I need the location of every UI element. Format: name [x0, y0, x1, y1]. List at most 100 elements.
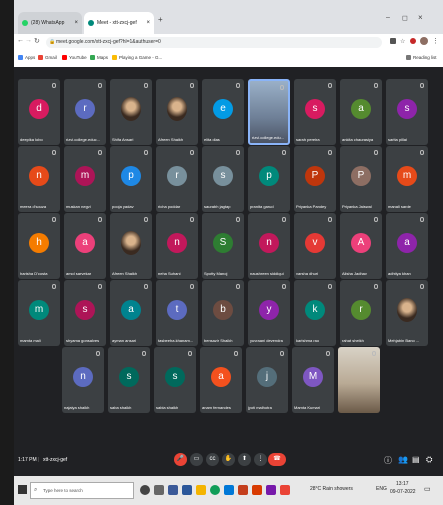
notification-icon[interactable]: ▭: [424, 485, 431, 493]
participant-tile[interactable]: Afreen Shaikh: [110, 213, 152, 279]
info-icon[interactable]: ⓘ: [384, 455, 392, 466]
participant-tile[interactable]: r richa poddar: [156, 146, 198, 212]
camera-indicator-icon[interactable]: [390, 38, 396, 44]
word-icon[interactable]: [182, 485, 192, 495]
participant-tile[interactable]: r rahat sheikh: [340, 280, 382, 346]
clock-date[interactable]: 09-07-2022: [390, 489, 416, 495]
participant-tile[interactable]: d deepika lobo: [18, 79, 60, 145]
file-explorer-icon[interactable]: [196, 485, 206, 495]
participant-tile[interactable]: P Priyanka Pandey: [294, 146, 336, 212]
extension-icon[interactable]: [410, 38, 416, 44]
participant-tile[interactable]: a ankita chaurasiya: [340, 79, 382, 145]
mic-muted-icon: [52, 150, 56, 155]
star-icon[interactable]: ☆: [400, 38, 405, 45]
bookmark-maps[interactable]: Maps: [90, 55, 108, 60]
language-indicator[interactable]: ENG: [376, 486, 387, 492]
task-view-icon[interactable]: [154, 485, 164, 495]
menu-icon[interactable]: ⋮: [432, 37, 439, 45]
app2-icon[interactable]: [266, 485, 276, 495]
participant-tile[interactable]: n naushreen siddiqui: [248, 213, 290, 279]
weather-status[interactable]: 28°C Rain showers: [310, 486, 353, 492]
present-icon[interactable]: ⬆: [238, 453, 251, 466]
participant-tile[interactable]: p pooja yadav: [110, 146, 152, 212]
windows-start-icon[interactable]: [18, 485, 27, 494]
participant-tile[interactable]: p pranita garud: [248, 146, 290, 212]
bookmark-game[interactable]: Playing a Game - G...: [112, 55, 162, 60]
clock-time[interactable]: 13:17: [396, 481, 409, 487]
participant-tile[interactable]: s sabia shaikh: [154, 347, 196, 413]
participant-tile[interactable]: h harisha D'costa: [18, 213, 60, 279]
bookmark-gmail[interactable]: Gmail: [38, 55, 57, 60]
participant-tile[interactable]: a ayman ansari: [110, 280, 152, 346]
camera-icon[interactable]: ▭: [190, 453, 203, 466]
participant-tile[interactable]: j jyoti malhotra: [246, 347, 288, 413]
participant-tile[interactable]: Shifa Ansari: [110, 79, 152, 145]
participant-tile[interactable]: s sarah pereira: [294, 79, 336, 145]
participant-tile[interactable]: b bensazir Shaikh: [202, 280, 244, 346]
participant-tile[interactable]: Afreen Shaikh: [156, 79, 198, 145]
search-icon: ⌕: [34, 487, 38, 493]
forward-icon[interactable]: →: [25, 37, 32, 44]
participant-tile[interactable]: [338, 347, 380, 413]
participant-tile[interactable]: Mehjabin Bano ...: [386, 280, 428, 346]
profile-avatar[interactable]: [420, 37, 428, 45]
participant-tile[interactable]: m muskan negvi: [64, 146, 106, 212]
participant-tile[interactable]: e elita dias: [202, 79, 244, 145]
app-icon[interactable]: [168, 485, 178, 495]
participant-tile[interactable]: a amol sarvekar: [64, 213, 106, 279]
participant-tile[interactable]: P Priyanka Jaiswal: [340, 146, 382, 212]
new-tab-button[interactable]: +: [158, 15, 163, 24]
chrome-icon[interactable]: [210, 485, 220, 495]
participant-tile[interactable]: k karishma rao: [294, 280, 336, 346]
office-icon[interactable]: [252, 485, 262, 495]
participant-tile[interactable]: M Mamta Kumari: [292, 347, 334, 413]
participant-tile[interactable]: n najaiya shaikh: [62, 347, 104, 413]
end-call-icon[interactable]: ☎: [268, 453, 286, 466]
captions-icon[interactable]: cc: [206, 453, 219, 466]
tab-meet[interactable]: Meet - xtt-zxcj-gef ×: [84, 12, 154, 34]
mic-muted-icon: [98, 150, 102, 155]
taskbar-search-input[interactable]: ⌕ Type here to search: [30, 482, 134, 499]
participant-tile[interactable]: s sarita pillai: [386, 79, 428, 145]
powerpoint-icon[interactable]: [238, 485, 248, 495]
cortana-icon[interactable]: [140, 485, 150, 495]
participant-tile[interactable]: m mamta mali: [18, 280, 60, 346]
reading-list[interactable]: Reading list: [406, 55, 437, 60]
participant-tile[interactable]: m manali sarde: [386, 146, 428, 212]
participant-tile[interactable]: v varsha dhuri: [294, 213, 336, 279]
maximize-icon[interactable]: ◻: [402, 14, 408, 22]
participant-tile[interactable]: s shyama gonsalves: [64, 280, 106, 346]
participant-tile[interactable]: n meera d'souza: [18, 146, 60, 212]
back-icon[interactable]: ←: [17, 37, 24, 44]
participant-tile[interactable]: s saurabh jagtap: [202, 146, 244, 212]
participant-tile[interactable]: a adhtiya khan: [386, 213, 428, 279]
people-icon[interactable]: 👥: [398, 455, 408, 464]
address-bar[interactable]: 🔒 meet.google.com/xtt-zxcj-gef?hl=1&auth…: [46, 37, 382, 48]
mic-icon[interactable]: 🎤: [174, 453, 187, 466]
app3-icon[interactable]: [280, 485, 290, 495]
close-icon[interactable]: ×: [74, 20, 78, 26]
activities-icon[interactable]: ⛭: [426, 455, 432, 465]
participant-tile[interactable]: A Alisha Jadhav: [340, 213, 382, 279]
participant-tile[interactable]: n neha Suhani: [156, 213, 198, 279]
close-icon[interactable]: ×: [146, 20, 150, 26]
bookmark-youtube[interactable]: YouTube: [62, 55, 87, 60]
participant-tile[interactable]: r rizvi.college.educ...: [64, 79, 106, 145]
edge-icon[interactable]: [224, 485, 234, 495]
tab-whatsapp[interactable]: (28) WhatsApp ×: [18, 12, 82, 34]
minimize-icon[interactable]: –: [386, 14, 390, 21]
participant-tile[interactable]: a anam fernandes: [200, 347, 242, 413]
participant-name: amol sarvekar: [66, 271, 92, 276]
close-window-icon[interactable]: ×: [418, 13, 423, 22]
bookmark-apps[interactable]: Apps: [18, 55, 35, 60]
participant-tile[interactable]: rizvi.college.edu...: [248, 79, 290, 145]
participant-tile[interactable]: t tasbeeha.khanam...: [156, 280, 198, 346]
participant-tile[interactable]: s saba shaikh: [108, 347, 150, 413]
participant-tile[interactable]: y yuvraani devendra: [248, 280, 290, 346]
more-icon[interactable]: ⋮: [254, 453, 267, 466]
raise-hand-icon[interactable]: ✋: [222, 453, 235, 466]
chat-icon[interactable]: ▤: [412, 455, 420, 464]
reload-icon[interactable]: ↻: [34, 37, 40, 45]
mic-muted-icon: [282, 150, 286, 155]
participant-tile[interactable]: S Spotty Manoj: [202, 213, 244, 279]
